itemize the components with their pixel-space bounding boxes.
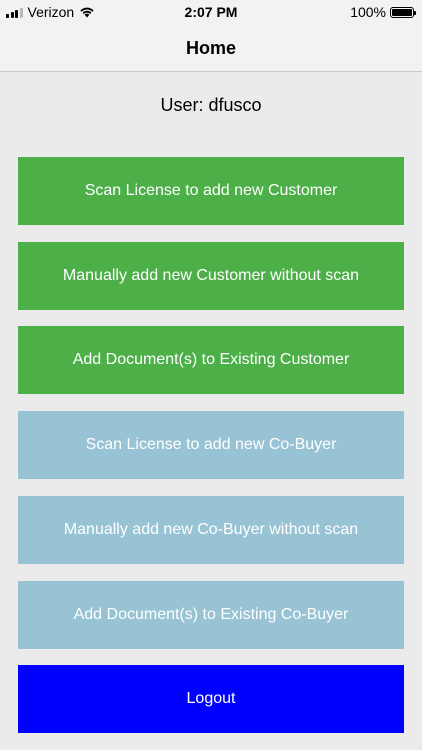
manual-add-customer-button[interactable]: Manually add new Customer without scan [18,242,404,310]
status-right: 100% [350,4,416,20]
status-bar: Verizon 2:07 PM 100% [0,0,422,24]
page-title: Home [185,38,236,58]
scan-license-cobuyer-button[interactable]: Scan License to add new Co-Buyer [18,411,404,479]
battery-fill [392,8,412,16]
battery-percent: 100% [350,4,386,20]
logout-button[interactable]: Logout [18,665,404,733]
navigation-bar: Home [0,24,422,72]
manual-add-cobuyer-button[interactable]: Manually add new Co-Buyer without scan [18,496,404,564]
user-label: User: dfusco [160,95,262,115]
battery-icon [390,6,416,18]
add-document-customer-button[interactable]: Add Document(s) to Existing Customer [18,326,404,394]
scan-license-customer-button[interactable]: Scan License to add new Customer [18,157,404,225]
add-document-cobuyer-button[interactable]: Add Document(s) to Existing Co-Buyer [18,581,404,649]
